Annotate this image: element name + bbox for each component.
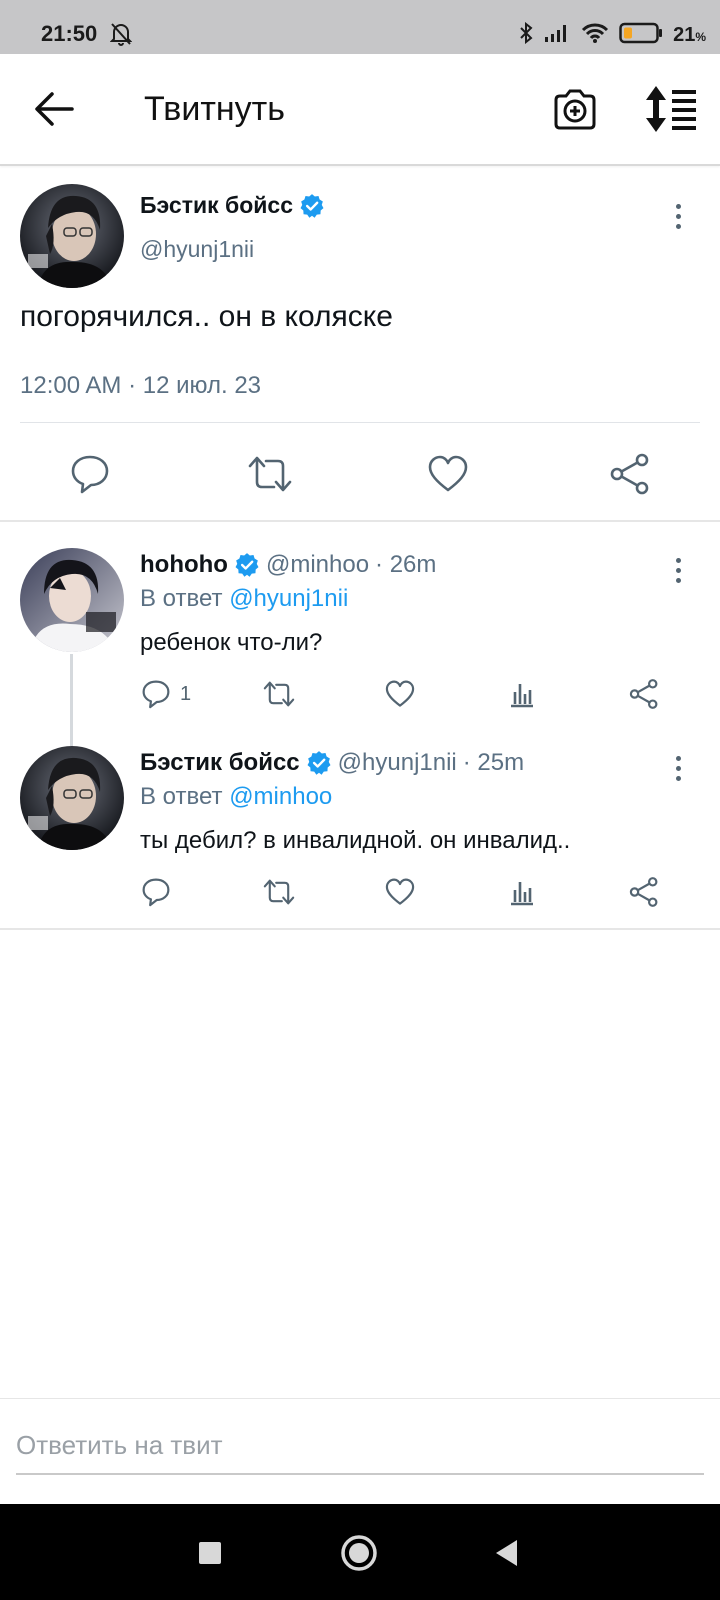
analytics-button[interactable] (506, 676, 538, 712)
reply-button[interactable] (140, 874, 180, 910)
more-options-icon[interactable] (663, 196, 693, 236)
retweet-button[interactable] (262, 676, 296, 712)
reply-to-line: В ответ @hyunj1nii (140, 585, 348, 613)
back-button[interactable] (30, 86, 80, 132)
reply-header: Бэстик бойсс @hyunj1nii · 25m (140, 749, 524, 777)
verified-badge-icon (300, 193, 324, 218)
reply-age: · 26m (375, 551, 437, 578)
like-button[interactable] (384, 874, 416, 910)
divider (20, 422, 700, 423)
signal-icon (543, 23, 571, 48)
camera-plus-icon (554, 89, 596, 130)
author-name[interactable]: hohoho (140, 551, 228, 579)
add-photo-button[interactable] (552, 86, 598, 132)
reply-actions (140, 874, 700, 914)
triangle-back-icon (496, 1540, 517, 1566)
back-nav-button[interactable] (484, 1530, 530, 1576)
like-button[interactable] (384, 676, 416, 712)
tweet-actions (0, 436, 720, 516)
status-time: 21:50 (41, 21, 98, 46)
wifi-icon (581, 22, 609, 49)
circle-icon (341, 1535, 377, 1571)
square-icon (199, 1542, 221, 1564)
reply-prefix: В ответ (140, 783, 223, 810)
like-button[interactable] (426, 452, 470, 496)
recents-button[interactable] (187, 1530, 233, 1576)
share-icon (629, 877, 658, 907)
more-options-icon[interactable] (663, 748, 693, 788)
reply-input[interactable] (16, 1425, 704, 1475)
silent-bell-icon (109, 22, 133, 51)
reply-age: · 25m (462, 749, 525, 776)
retweet-button[interactable] (246, 452, 292, 496)
share-icon (629, 679, 658, 709)
reply-to-line: В ответ @minhoo (140, 783, 332, 811)
reply-composer (0, 1398, 720, 1504)
share-button[interactable] (608, 452, 652, 496)
reply-icon (142, 878, 170, 907)
tweet-timestamp: 12:00 AM · 12 июл. 23 (20, 372, 262, 399)
system-nav-bar (0, 1504, 720, 1600)
analytics-icon (511, 684, 533, 708)
more-options-icon[interactable] (663, 550, 693, 590)
reply-icon (142, 680, 170, 709)
reply-actions: 1 (140, 676, 700, 716)
reply-count: 1 (180, 682, 192, 705)
analytics-icon (511, 882, 533, 906)
status-bar: 21:50 21% (0, 0, 720, 54)
analytics-button[interactable] (506, 874, 538, 910)
main-tweet: Бэстик бойсс @hyunj1nii погорячился.. он… (0, 166, 720, 522)
heart-icon (428, 455, 468, 492)
tweet-text: погорячился.. он в коляске (20, 300, 393, 333)
author-handle[interactable]: @hyunj1nii (338, 749, 457, 777)
author-name-text: Бэстик бойсс (140, 192, 294, 218)
thread-connector (70, 654, 73, 746)
avatar[interactable] (20, 746, 124, 850)
heart-icon (385, 878, 415, 905)
reply-header: hohoho @minhoo · 26m (140, 551, 436, 579)
avatar[interactable] (20, 548, 124, 652)
share-button[interactable] (628, 874, 660, 910)
verified-badge-icon (235, 553, 259, 577)
retweet-button[interactable] (262, 874, 296, 910)
bluetooth-icon (519, 21, 533, 49)
retweet-icon (263, 681, 295, 707)
retweet-icon (263, 879, 295, 905)
home-button[interactable] (336, 1530, 382, 1576)
reply-button[interactable]: 1 (140, 676, 191, 712)
battery-icon (619, 22, 663, 49)
sort-icon (646, 86, 696, 132)
author-handle[interactable]: @hyunj1nii (140, 236, 254, 263)
share-button[interactable] (628, 676, 660, 712)
divider (0, 928, 720, 930)
mention-link[interactable]: @minhoo (229, 783, 332, 810)
reply-button[interactable] (68, 452, 112, 496)
share-icon (610, 453, 649, 495)
page-title: Твитнуть (144, 90, 285, 128)
app-bar: Твитнуть (0, 54, 720, 166)
reply-icon (71, 455, 109, 494)
author-name[interactable]: Бэстик бойсс (140, 749, 300, 777)
verified-badge-icon (307, 751, 331, 775)
author-name[interactable]: Бэстик бойсс (140, 192, 325, 219)
mention-link[interactable]: @hyunj1nii (229, 585, 348, 612)
reply-text: ребенок что-ли? (140, 629, 323, 656)
reply-prefix: В ответ (140, 585, 223, 612)
author-handle[interactable]: @minhoo (266, 551, 369, 579)
sort-replies-button[interactable] (644, 84, 700, 134)
reply-text: ты дебил? в инвалидной. он инвалид.. (140, 827, 571, 854)
back-arrow-icon (35, 92, 74, 126)
heart-icon (385, 680, 415, 707)
retweet-icon (248, 456, 292, 492)
avatar[interactable] (20, 184, 124, 288)
battery-percent: 21% (673, 24, 706, 46)
